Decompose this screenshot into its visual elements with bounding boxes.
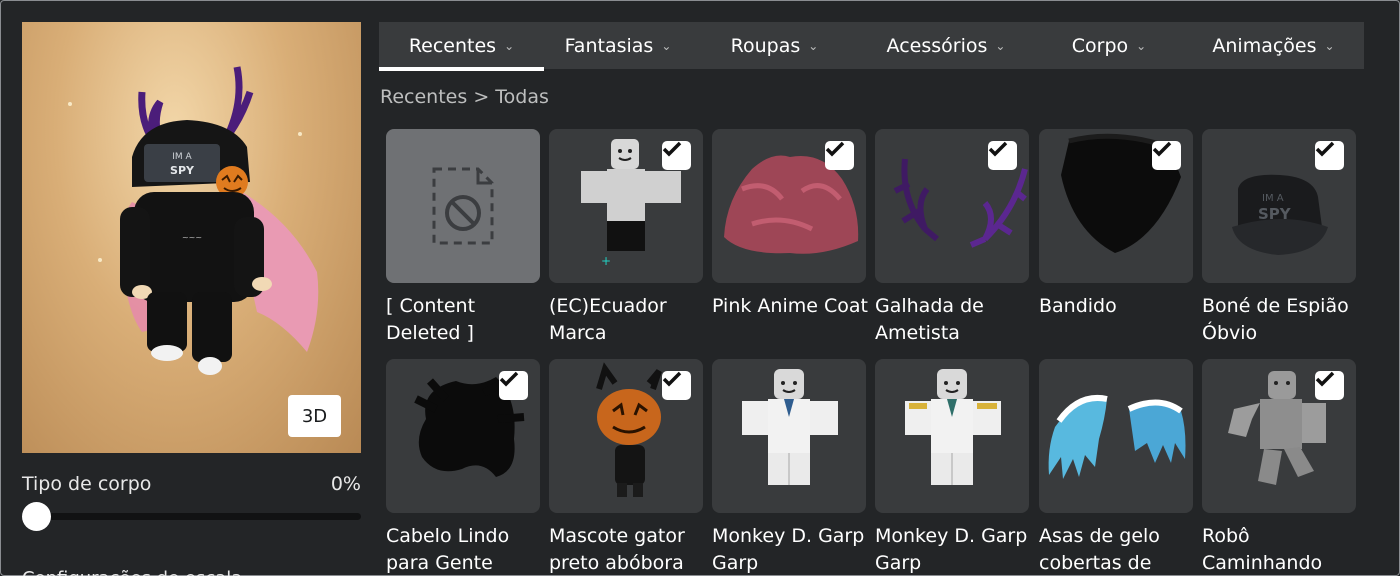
item-name: Cabelo Lindo para Gente bbox=[386, 525, 510, 574]
item-card[interactable]: Monkey D. Garp Garp bbox=[712, 359, 866, 576]
item-name: Mascote gator preto abóbora bbox=[549, 525, 685, 574]
item-thumbnail[interactable] bbox=[1039, 359, 1193, 513]
item-name: (EC)Ecuador Marca bbox=[549, 295, 667, 344]
item-thumbnail[interactable] bbox=[712, 129, 866, 283]
equipped-check-icon[interactable] bbox=[988, 141, 1017, 170]
item-name: Bandido bbox=[1039, 295, 1117, 317]
body-type-label: Tipo de corpo bbox=[22, 473, 152, 495]
item-thumbnail[interactable] bbox=[386, 359, 540, 513]
item-name: Robô Caminhando bbox=[1202, 525, 1323, 574]
tab-animacoes[interactable]: Animações ⌄ bbox=[1183, 22, 1364, 69]
avatar-figure: IM A SPY ~~~ bbox=[68, 66, 319, 375]
item-thumbnail[interactable] bbox=[549, 359, 703, 513]
breadcrumb-current: Todas bbox=[495, 86, 549, 108]
svg-text:SPY: SPY bbox=[170, 164, 195, 177]
item-card[interactable]: Pink Anime Coat bbox=[712, 129, 868, 320]
item-name: Asas de gelo cobertas de bbox=[1039, 525, 1160, 574]
equipped-check-icon[interactable] bbox=[825, 141, 854, 170]
item-card[interactable]: Bandido bbox=[1039, 129, 1193, 320]
chevron-down-icon: ⌄ bbox=[995, 38, 1006, 53]
item-card[interactable]: + (EC)Ecuador Marca bbox=[549, 129, 703, 347]
breadcrumb-parent[interactable]: Recentes bbox=[380, 86, 467, 108]
breadcrumb: Recentes > Todas bbox=[380, 86, 549, 108]
tab-label: Acessórios bbox=[886, 34, 988, 57]
body-type-slider-handle[interactable] bbox=[22, 502, 51, 531]
chevron-down-icon: ⌄ bbox=[661, 38, 672, 53]
body-type-slider-track[interactable] bbox=[22, 513, 361, 520]
uniform-thumbnail bbox=[905, 369, 1001, 485]
item-thumbnail[interactable] bbox=[712, 359, 866, 513]
svg-text:~~~: ~~~ bbox=[182, 233, 202, 242]
item-card[interactable]: IM A SPY Boné de Espião Óbvio bbox=[1202, 129, 1356, 347]
item-card[interactable]: Galhada de Ametista bbox=[875, 129, 1029, 347]
item-card[interactable]: Robô Caminhando bbox=[1202, 359, 1356, 576]
item-thumbnail[interactable] bbox=[1202, 359, 1356, 513]
item-name: [ Content Deleted ] bbox=[386, 295, 476, 344]
content-deleted-icon bbox=[432, 167, 494, 245]
item-name: Pink Anime Coat bbox=[712, 295, 868, 317]
item-thumbnail[interactable]: + bbox=[549, 129, 703, 283]
uniform-thumbnail bbox=[742, 369, 838, 485]
item-thumbnail[interactable] bbox=[1039, 129, 1193, 283]
item-card[interactable]: Cabelo Lindo para Gente bbox=[386, 359, 540, 576]
chevron-down-icon: ⌄ bbox=[808, 38, 819, 53]
chevron-down-icon: ⌄ bbox=[504, 38, 515, 53]
tab-fantasias[interactable]: Fantasias ⌄ bbox=[544, 22, 692, 69]
item-card[interactable]: Mascote gator preto abóbora bbox=[549, 359, 703, 576]
item-card[interactable]: Monkey D. Garp Garp bbox=[875, 359, 1029, 576]
equipped-check-icon[interactable] bbox=[499, 371, 528, 400]
tab-label: Corpo bbox=[1071, 34, 1129, 57]
chevron-down-icon: ⌄ bbox=[1136, 38, 1147, 53]
item-grid: [ Content Deleted ] + (EC)Ecuador Marca bbox=[386, 129, 1366, 576]
tab-label: Animações bbox=[1212, 34, 1317, 57]
tab-label: Roupas bbox=[730, 34, 801, 57]
item-thumbnail[interactable] bbox=[386, 129, 540, 283]
svg-text:IM A: IM A bbox=[172, 152, 192, 162]
avatar-preview[interactable]: IM A SPY ~~~ 3D bbox=[22, 22, 361, 453]
body-type-value: 0% bbox=[330, 473, 361, 495]
tab-label: Recentes bbox=[408, 34, 497, 57]
svg-text:+: + bbox=[601, 254, 611, 268]
item-name: Galhada de Ametista bbox=[875, 295, 984, 344]
body-type-row: Tipo de corpo 0% bbox=[22, 473, 361, 495]
equipped-check-icon[interactable] bbox=[662, 371, 691, 400]
tab-roupas[interactable]: Roupas ⌄ bbox=[692, 22, 857, 69]
equipped-check-icon[interactable] bbox=[1315, 371, 1344, 400]
item-name: Boné de Espião Óbvio bbox=[1202, 295, 1349, 344]
item-card[interactable]: [ Content Deleted ] bbox=[386, 129, 540, 347]
equipped-check-icon[interactable] bbox=[1152, 141, 1181, 170]
wings-thumbnail bbox=[1048, 395, 1186, 479]
item-name: Monkey D. Garp Garp bbox=[712, 525, 865, 574]
item-thumbnail[interactable]: IM A SPY bbox=[1202, 129, 1356, 283]
svg-text:SPY: SPY bbox=[1258, 205, 1292, 223]
tab-corpo[interactable]: Corpo ⌄ bbox=[1035, 22, 1183, 69]
item-name: Monkey D. Garp Garp bbox=[875, 525, 1028, 574]
tab-acessorios[interactable]: Acessórios ⌄ bbox=[857, 22, 1035, 69]
breadcrumb-separator: > bbox=[473, 86, 490, 108]
scale-settings-label: Configurações de escala bbox=[22, 568, 242, 576]
item-thumbnail[interactable] bbox=[875, 359, 1029, 513]
item-thumbnail[interactable] bbox=[875, 129, 1029, 283]
chevron-down-icon: ⌄ bbox=[1324, 38, 1335, 53]
tab-label: Fantasias bbox=[564, 34, 654, 57]
equipped-check-icon[interactable] bbox=[662, 141, 691, 170]
tab-recentes[interactable]: Recentes ⌄ bbox=[379, 22, 544, 71]
item-card[interactable]: Asas de gelo cobertas de bbox=[1039, 359, 1193, 576]
view-3d-button[interactable]: 3D bbox=[288, 395, 341, 437]
category-tabs: Recentes ⌄ Fantasias ⌄ Roupas ⌄ Acessóri… bbox=[379, 22, 1364, 71]
svg-text:IM A: IM A bbox=[1262, 193, 1284, 204]
equipped-check-icon[interactable] bbox=[1315, 141, 1344, 170]
